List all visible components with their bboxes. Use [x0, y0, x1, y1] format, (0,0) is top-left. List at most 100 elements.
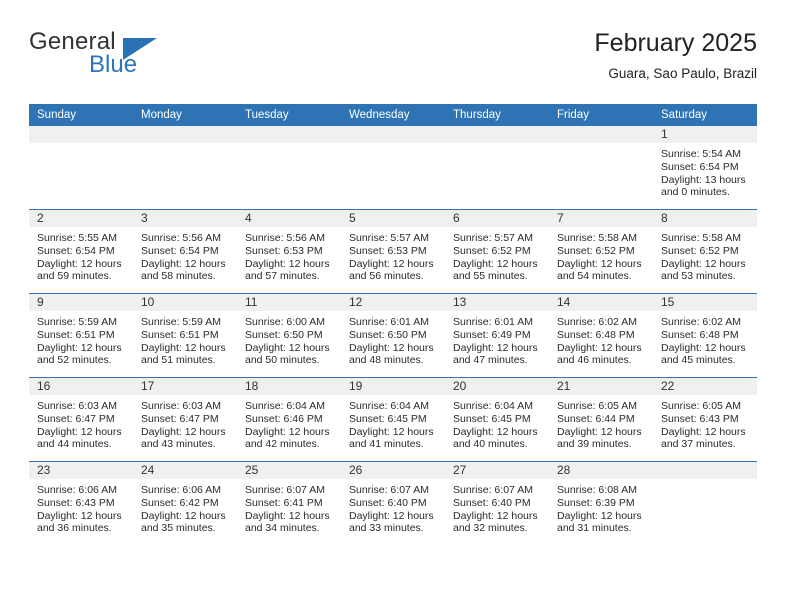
calendar-day-cell[interactable]: 22 Sunrise: 6:05 AM Sunset: 6:43 PM Dayl… [653, 377, 757, 462]
sunset-text: Sunset: 6:42 PM [141, 496, 219, 509]
sunrise-text: Sunrise: 6:00 AM [245, 316, 325, 328]
sunrise-text: Sunrise: 5:59 AM [141, 316, 221, 328]
calendar-day-cell[interactable] [341, 125, 445, 210]
weekday-header-saturday: Saturday [653, 104, 757, 126]
calendar-day-cell[interactable]: 6 Sunrise: 5:57 AM Sunset: 6:52 PM Dayli… [445, 209, 549, 294]
sunset-text: Sunset: 6:40 PM [453, 496, 531, 509]
daylight-text: Daylight: 12 hours and 59 minutes. [37, 257, 122, 283]
day-number [445, 126, 549, 143]
calendar-day-cell[interactable]: 25 Sunrise: 6:07 AM Sunset: 6:41 PM Dayl… [237, 461, 341, 545]
calendar-day-cell[interactable]: 2 Sunrise: 5:55 AM Sunset: 6:54 PM Dayli… [29, 209, 133, 294]
calendar-day-cell[interactable]: 15 Sunrise: 6:02 AM Sunset: 6:48 PM Dayl… [653, 293, 757, 378]
sunrise-text: Sunrise: 5:56 AM [141, 232, 221, 244]
calendar-week-row: 23 Sunrise: 6:06 AM Sunset: 6:43 PM Dayl… [29, 461, 757, 545]
calendar-day-cell[interactable]: 13 Sunrise: 6:01 AM Sunset: 6:49 PM Dayl… [445, 293, 549, 378]
calendar-day-cell[interactable] [653, 461, 757, 545]
sunrise-text: Sunrise: 5:58 AM [557, 232, 637, 244]
daylight-text: Daylight: 12 hours and 39 minutes. [557, 425, 642, 451]
calendar-day-cell[interactable] [29, 125, 133, 210]
day-number: 1 [653, 126, 757, 143]
daylight-text: Daylight: 12 hours and 47 minutes. [453, 341, 538, 367]
day-info: Sunrise: 5:56 AM Sunset: 6:54 PM Dayligh… [133, 227, 237, 283]
calendar-day-cell[interactable]: 3 Sunrise: 5:56 AM Sunset: 6:54 PM Dayli… [133, 209, 237, 294]
calendar-day-cell[interactable] [133, 125, 237, 210]
calendar-day-cell[interactable]: 4 Sunrise: 5:56 AM Sunset: 6:53 PM Dayli… [237, 209, 341, 294]
daylight-text: Daylight: 12 hours and 53 minutes. [661, 257, 746, 283]
day-info: Sunrise: 6:05 AM Sunset: 6:44 PM Dayligh… [549, 395, 653, 451]
calendar-day-cell[interactable]: 24 Sunrise: 6:06 AM Sunset: 6:42 PM Dayl… [133, 461, 237, 545]
calendar-day-cell[interactable]: 27 Sunrise: 6:07 AM Sunset: 6:40 PM Dayl… [445, 461, 549, 545]
daylight-text: Daylight: 12 hours and 45 minutes. [661, 341, 746, 367]
day-info: Sunrise: 5:59 AM Sunset: 6:51 PM Dayligh… [133, 311, 237, 367]
calendar-day-cell[interactable]: 7 Sunrise: 5:58 AM Sunset: 6:52 PM Dayli… [549, 209, 653, 294]
calendar-table: Sunday Monday Tuesday Wednesday Thursday… [29, 104, 757, 545]
calendar-day-cell[interactable]: 20 Sunrise: 6:04 AM Sunset: 6:45 PM Dayl… [445, 377, 549, 462]
day-number: 12 [341, 294, 445, 311]
calendar-day-cell[interactable] [445, 125, 549, 210]
sunrise-text: Sunrise: 5:54 AM [661, 148, 741, 160]
sunset-text: Sunset: 6:39 PM [557, 496, 635, 509]
sunrise-text: Sunrise: 6:08 AM [557, 484, 637, 496]
day-number: 6 [445, 210, 549, 227]
day-number: 19 [341, 378, 445, 395]
calendar-day-cell[interactable]: 19 Sunrise: 6:04 AM Sunset: 6:45 PM Dayl… [341, 377, 445, 462]
sunset-text: Sunset: 6:50 PM [245, 328, 323, 341]
day-info: Sunrise: 6:06 AM Sunset: 6:42 PM Dayligh… [133, 479, 237, 535]
calendar-day-cell[interactable]: 21 Sunrise: 6:05 AM Sunset: 6:44 PM Dayl… [549, 377, 653, 462]
calendar-day-cell[interactable]: 1 Sunrise: 5:54 AM Sunset: 6:54 PM Dayli… [653, 125, 757, 210]
sunrise-text: Sunrise: 6:01 AM [453, 316, 533, 328]
day-number: 21 [549, 378, 653, 395]
day-number: 2 [29, 210, 133, 227]
day-number [133, 126, 237, 143]
calendar-week-row: 2 Sunrise: 5:55 AM Sunset: 6:54 PM Dayli… [29, 209, 757, 294]
sunrise-text: Sunrise: 6:06 AM [141, 484, 221, 496]
calendar-page: General Blue February 2025 Guara, Sao Pa… [0, 0, 792, 612]
sunrise-text: Sunrise: 5:55 AM [37, 232, 117, 244]
sunset-text: Sunset: 6:45 PM [453, 412, 531, 425]
daylight-text: Daylight: 12 hours and 55 minutes. [453, 257, 538, 283]
sunrise-text: Sunrise: 5:58 AM [661, 232, 741, 244]
sunset-text: Sunset: 6:51 PM [141, 328, 219, 341]
calendar-day-cell[interactable]: 10 Sunrise: 5:59 AM Sunset: 6:51 PM Dayl… [133, 293, 237, 378]
daylight-text: Daylight: 12 hours and 51 minutes. [141, 341, 226, 367]
weekday-header-wednesday: Wednesday [341, 104, 445, 126]
calendar-day-cell[interactable]: 5 Sunrise: 5:57 AM Sunset: 6:53 PM Dayli… [341, 209, 445, 294]
calendar-day-cell[interactable]: 17 Sunrise: 6:03 AM Sunset: 6:47 PM Dayl… [133, 377, 237, 462]
day-info [237, 143, 341, 148]
calendar-body: 1 Sunrise: 5:54 AM Sunset: 6:54 PM Dayli… [29, 125, 757, 545]
calendar-day-cell[interactable]: 9 Sunrise: 5:59 AM Sunset: 6:51 PM Dayli… [29, 293, 133, 378]
sunset-text: Sunset: 6:51 PM [37, 328, 115, 341]
day-number: 22 [653, 378, 757, 395]
sunset-text: Sunset: 6:53 PM [245, 244, 323, 257]
sunset-text: Sunset: 6:50 PM [349, 328, 427, 341]
calendar-day-cell[interactable]: 23 Sunrise: 6:06 AM Sunset: 6:43 PM Dayl… [29, 461, 133, 545]
sunset-text: Sunset: 6:54 PM [141, 244, 219, 257]
day-number: 5 [341, 210, 445, 227]
weekday-header-friday: Friday [549, 104, 653, 126]
calendar-day-cell[interactable]: 16 Sunrise: 6:03 AM Sunset: 6:47 PM Dayl… [29, 377, 133, 462]
calendar-day-cell[interactable]: 18 Sunrise: 6:04 AM Sunset: 6:46 PM Dayl… [237, 377, 341, 462]
day-info: Sunrise: 6:05 AM Sunset: 6:43 PM Dayligh… [653, 395, 757, 451]
sunset-text: Sunset: 6:43 PM [37, 496, 115, 509]
day-number: 9 [29, 294, 133, 311]
day-number: 20 [445, 378, 549, 395]
calendar-day-cell[interactable]: 8 Sunrise: 5:58 AM Sunset: 6:52 PM Dayli… [653, 209, 757, 294]
page-title: February 2025 [594, 29, 757, 57]
sunset-text: Sunset: 6:53 PM [349, 244, 427, 257]
sunset-text: Sunset: 6:47 PM [141, 412, 219, 425]
sunset-text: Sunset: 6:52 PM [453, 244, 531, 257]
day-number: 18 [237, 378, 341, 395]
calendar-day-cell[interactable]: 12 Sunrise: 6:01 AM Sunset: 6:50 PM Dayl… [341, 293, 445, 378]
calendar-day-cell[interactable] [237, 125, 341, 210]
calendar-day-cell[interactable]: 11 Sunrise: 6:00 AM Sunset: 6:50 PM Dayl… [237, 293, 341, 378]
daylight-text: Daylight: 12 hours and 34 minutes. [245, 509, 330, 535]
day-info [653, 479, 757, 484]
day-number: 4 [237, 210, 341, 227]
day-number [653, 462, 757, 479]
calendar-day-cell[interactable]: 14 Sunrise: 6:02 AM Sunset: 6:48 PM Dayl… [549, 293, 653, 378]
day-number: 7 [549, 210, 653, 227]
sunrise-text: Sunrise: 6:02 AM [557, 316, 637, 328]
calendar-day-cell[interactable]: 28 Sunrise: 6:08 AM Sunset: 6:39 PM Dayl… [549, 461, 653, 545]
calendar-day-cell[interactable] [549, 125, 653, 210]
calendar-day-cell[interactable]: 26 Sunrise: 6:07 AM Sunset: 6:40 PM Dayl… [341, 461, 445, 545]
